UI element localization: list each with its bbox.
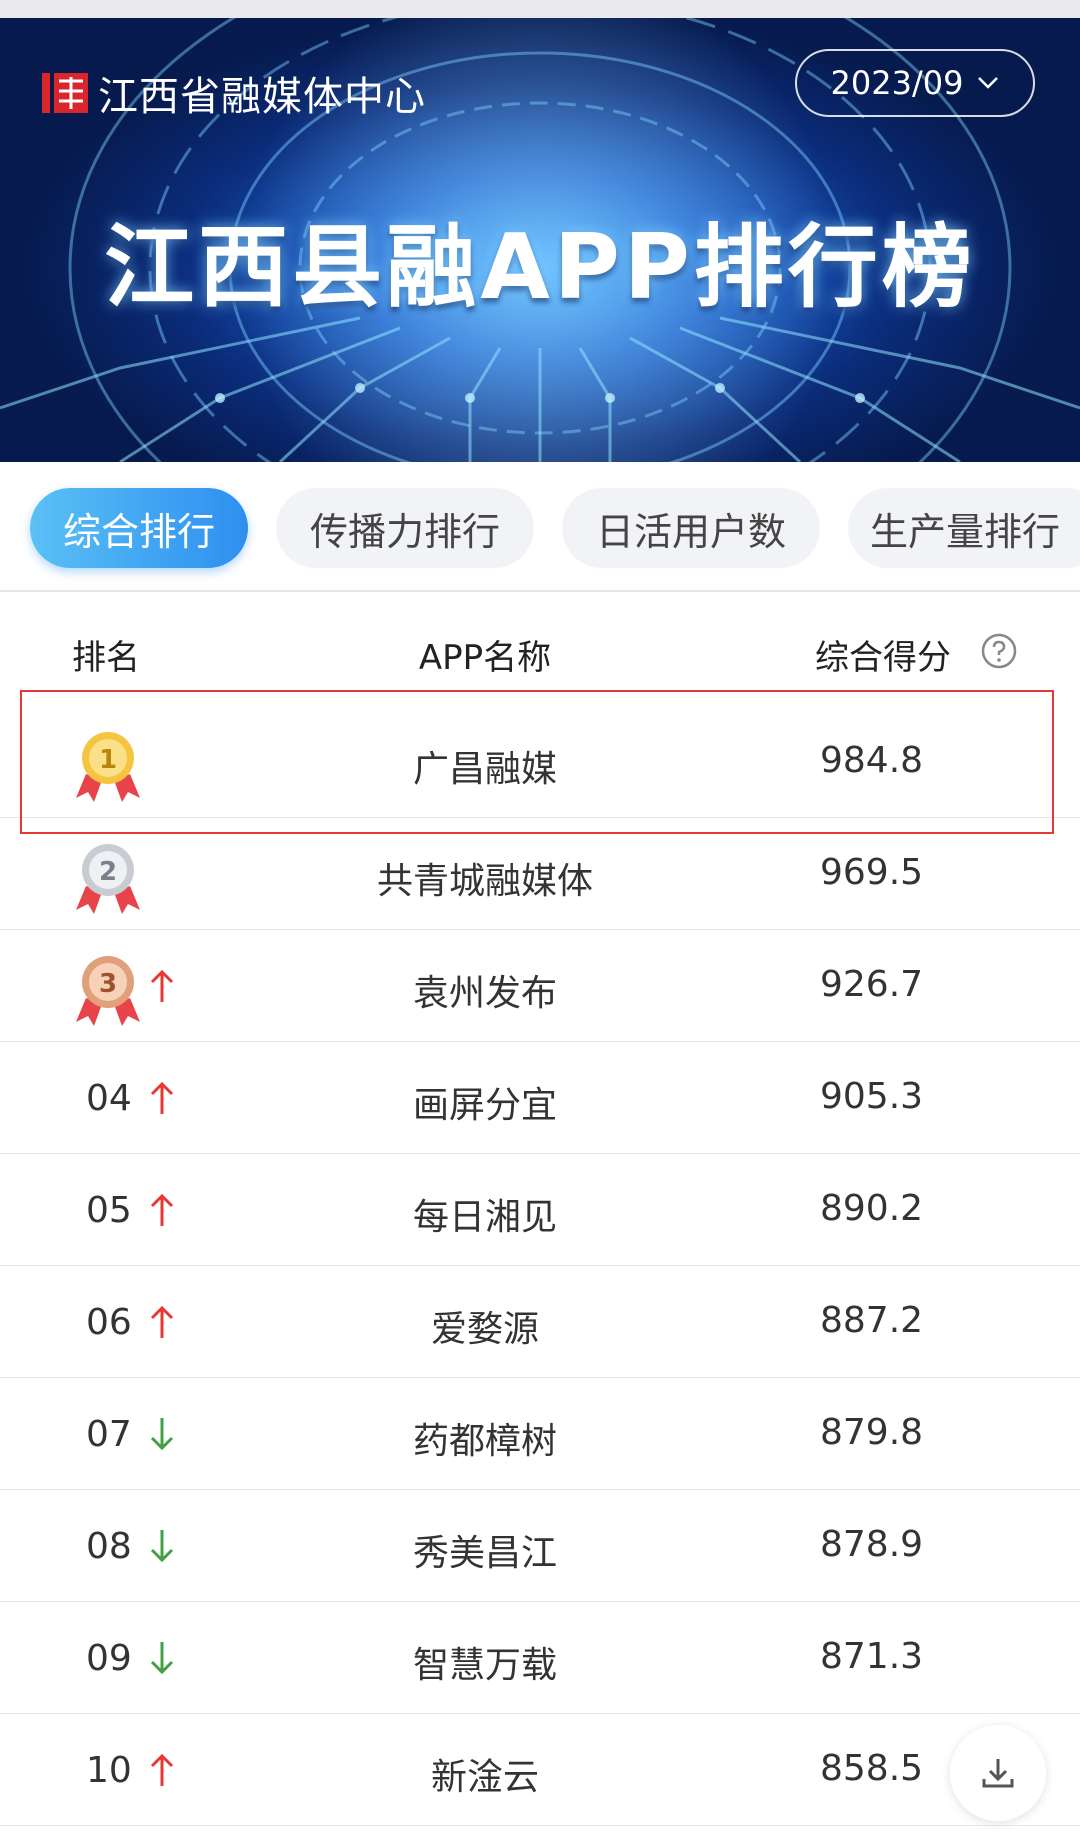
app-name: 广昌融媒 xyxy=(412,749,557,790)
silver-medal-icon: 2 xyxy=(76,844,140,914)
arrow-up-icon xyxy=(150,1753,174,1786)
gold-medal-icon: 1 xyxy=(76,732,140,802)
download-button[interactable] xyxy=(950,1725,1046,1821)
score-value: 926.7 xyxy=(820,964,924,1005)
arrow-up-icon xyxy=(150,1193,174,1226)
app-name: 画屏分宜 xyxy=(412,1085,557,1126)
table-row[interactable]: 1 广昌融媒 984.8 xyxy=(0,706,1080,818)
tab-reach-ranking[interactable]: 传播力排行 xyxy=(276,488,534,568)
app-name: 共青城融媒体 xyxy=(376,861,593,902)
arrow-up-icon xyxy=(150,1081,174,1114)
table-row[interactable]: 3 袁州发布 926.7 xyxy=(0,930,1080,1042)
rank-number: 10 xyxy=(86,1750,132,1791)
rank-number: 07 xyxy=(86,1414,132,1455)
banner-title: 江西县融APP排行榜 xyxy=(104,215,976,320)
status-strip xyxy=(0,0,1080,18)
banner: 江西省融媒体中心 2023/09 江西县融APP排行榜 xyxy=(0,18,1080,462)
medal-rank-number: 1 xyxy=(99,745,117,775)
score-value: 879.8 xyxy=(820,1412,924,1453)
header-rank: 排名 xyxy=(72,638,140,678)
tab-production-ranking[interactable]: 生产量排行 xyxy=(848,488,1080,568)
table-row[interactable]: 10 新淦云 858.5 xyxy=(0,1714,1080,1826)
score-value: 905.3 xyxy=(820,1076,924,1117)
score-value: 984.8 xyxy=(820,740,924,781)
help-icon[interactable] xyxy=(980,632,1018,670)
logo-seal-icon xyxy=(42,73,88,113)
app-name: 每日湘见 xyxy=(412,1197,557,1238)
chevron-down-icon xyxy=(978,77,999,89)
bronze-medal-icon: 3 xyxy=(76,956,140,1026)
score-value: 887.2 xyxy=(820,1300,924,1341)
app-name: 秀美昌江 xyxy=(412,1533,557,1574)
score-value: 871.3 xyxy=(820,1636,924,1677)
ranking-tabs: 综合排行 传播力排行 日活用户数 生产量排行 xyxy=(0,462,1080,592)
app-name: 智慧万载 xyxy=(412,1645,557,1686)
rank-number: 05 xyxy=(86,1190,132,1231)
table-header: 排名 APP名称 综合得分 xyxy=(0,594,1080,704)
rank-number: 09 xyxy=(86,1638,132,1679)
arrow-down-icon xyxy=(150,1418,174,1451)
score-value: 969.5 xyxy=(820,852,924,893)
arrow-down-icon xyxy=(150,1642,174,1675)
month-selector[interactable]: 2023/09 xyxy=(795,49,1035,117)
arrow-down-icon xyxy=(150,1530,174,1563)
score-value: 878.9 xyxy=(820,1524,924,1565)
table-row[interactable]: 2 共青城融媒体 969.5 xyxy=(0,818,1080,930)
rank-number: 08 xyxy=(86,1526,132,1567)
app-name: 爱婺源 xyxy=(430,1309,539,1350)
medal-rank-number: 2 xyxy=(99,857,117,887)
app-name: 药都樟树 xyxy=(412,1421,557,1462)
rank-number: 06 xyxy=(86,1302,132,1343)
arrow-up-icon xyxy=(150,1305,174,1338)
tab-daily-active-users[interactable]: 日活用户数 xyxy=(562,488,820,568)
logo: 江西省融媒体中心 xyxy=(42,64,426,122)
medal-rank-number: 3 xyxy=(99,969,117,999)
logo-text: 江西省融媒体中心 xyxy=(98,74,426,120)
app-name: 袁州发布 xyxy=(412,973,557,1014)
month-selector-value: 2023/09 xyxy=(830,64,964,102)
table-row[interactable]: 08 秀美昌江 878.9 xyxy=(0,1490,1080,1602)
score-value: 890.2 xyxy=(820,1188,924,1229)
table-row[interactable]: 04 画屏分宜 905.3 xyxy=(0,1042,1080,1154)
table-row[interactable]: 06 爱婺源 887.2 xyxy=(0,1266,1080,1378)
download-icon xyxy=(982,1759,1014,1788)
header-app-name: APP名称 xyxy=(418,638,552,678)
table-row[interactable]: 09 智慧万载 871.3 xyxy=(0,1602,1080,1714)
app-name: 新淦云 xyxy=(430,1757,539,1798)
header-score: 综合得分 xyxy=(815,638,951,678)
arrow-up-icon xyxy=(150,969,174,1002)
tab-overall-ranking[interactable]: 综合排行 xyxy=(30,488,248,568)
rank-number: 04 xyxy=(86,1078,132,1119)
table-row[interactable]: 05 每日湘见 890.2 xyxy=(0,1154,1080,1266)
table-row[interactable]: 07 药都樟树 879.8 xyxy=(0,1378,1080,1490)
